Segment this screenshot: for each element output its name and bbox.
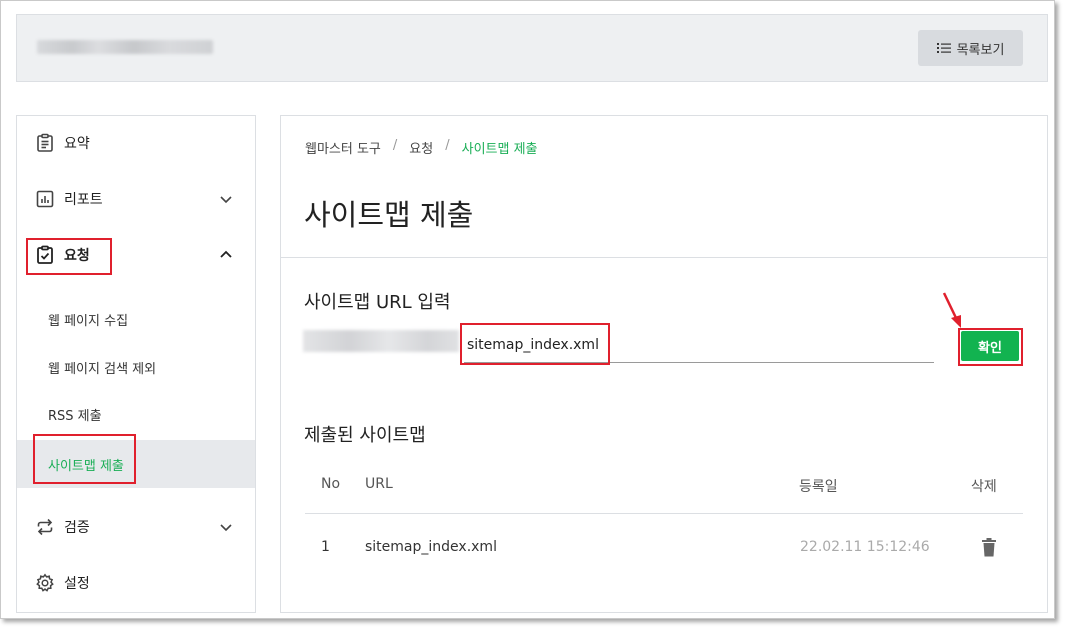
blurred-domain-prefix [303,330,459,352]
divider [281,257,1047,258]
sidebar-subitem-label: 웹 페이지 검색 제외 [48,361,157,377]
submitted-sitemaps-section-label: 제출된 사이트맵 [304,425,426,446]
sidebar-subitem-rss[interactable]: RSS 제출 [17,392,255,436]
sidebar-subitem-page-collect[interactable]: 웹 페이지 수집 [17,297,255,341]
sidebar-item-label: 검증 [64,520,90,536]
highlight-box-sitemap [33,434,136,484]
sidebar-item-label: 요약 [64,136,90,152]
sidebar-item-verify[interactable]: 검증 [17,507,255,547]
trash-icon[interactable] [981,538,997,557]
breadcrumb-current: 사이트맵 제출 [461,142,538,157]
highlight-box-request [26,238,112,275]
sidebar-subitem-search-exclude[interactable]: 웹 페이지 검색 제외 [17,345,255,389]
sidebar-item-report[interactable]: 리포트 [17,179,255,219]
sidebar: 요약 리포트 요청 웹 페이지 수집 웹 페이지 검색 제외 RSS 제출 사이… [16,115,256,613]
blurred-site-name [37,40,213,54]
sitemap-url-section-label: 사이트맵 URL 입력 [304,292,451,313]
column-header-url: URL [365,476,393,492]
highlight-box-submit [958,328,1023,366]
chevron-down-icon[interactable] [219,192,233,206]
sidebar-item-summary[interactable]: 요약 [17,123,255,163]
repeat-icon [34,516,56,538]
breadcrumb-item[interactable]: 요청 [409,138,433,157]
top-bar: 목록보기 [16,14,1048,82]
window-frame: 목록보기 요약 리포트 요청 웹 페이지 수집 웹 페이지 검색 제외 RSS … [0,0,1055,619]
column-header-delete: 삭제 [971,479,997,495]
chevron-down-icon[interactable] [219,520,233,534]
list-view-button-label: 목록보기 [956,42,1005,58]
sidebar-item-label: 설정 [64,576,90,592]
row-url: sitemap_index.xml [365,539,497,555]
clipboard-list-icon [34,132,56,154]
column-header-date: 등록일 [799,479,838,495]
column-header-no: No [321,476,341,492]
chevron-up-icon[interactable] [219,248,233,262]
sidebar-subitem-label: 웹 페이지 수집 [48,313,129,329]
red-arrow-icon [942,292,961,328]
sidebar-subitem-label: RSS 제출 [48,408,102,424]
row-no: 1 [321,539,330,555]
breadcrumb-separator: / [392,138,398,153]
sidebar-item-label: 리포트 [64,192,103,208]
list-icon [936,43,951,53]
page-title: 사이트맵 제출 [304,198,474,232]
main-panel: 웹마스터 도구 / 요청 / 사이트맵 제출 사이트맵 제출 사이트맵 URL … [280,115,1048,613]
row-date: 22.02.11 15:12:46 [800,539,930,555]
gear-icon [34,572,56,594]
highlight-box-url-input [460,323,610,365]
breadcrumb-item[interactable]: 웹마스터 도구 [305,138,381,157]
breadcrumb-separator: / [445,138,450,153]
table-header-divider [305,513,1023,514]
bar-chart-icon [34,188,56,210]
sidebar-item-settings[interactable]: 설정 [17,563,255,603]
breadcrumb: 웹마스터 도구 / 요청 / 사이트맵 제출 [305,138,538,157]
list-view-button[interactable]: 목록보기 [918,30,1023,66]
